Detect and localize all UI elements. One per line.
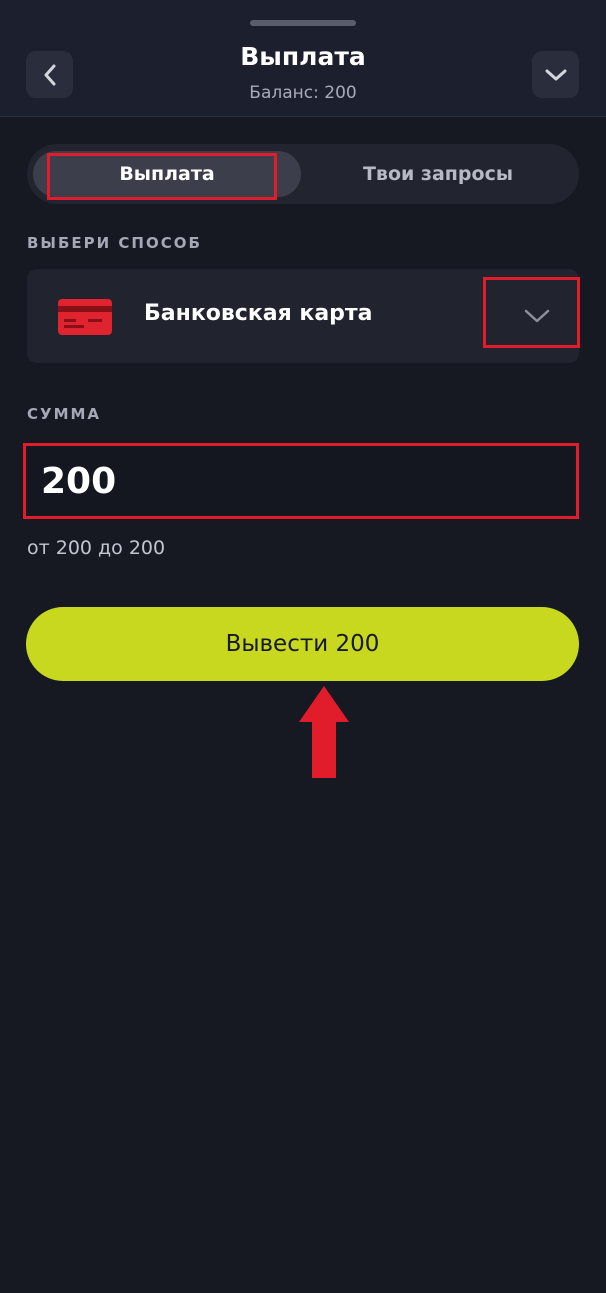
payment-method-label: Банковская карта (144, 301, 373, 326)
amount-range-hint: от 200 до 200 (27, 537, 166, 559)
withdraw-button[interactable]: Вывести 200 (26, 607, 579, 681)
chevron-down-icon (545, 69, 566, 80)
collapse-button[interactable] (532, 51, 579, 98)
header: Выплата Баланс: 200 (0, 0, 606, 117)
amount-input[interactable]: 200 (27, 447, 575, 515)
payment-method-select[interactable]: Банковская карта (27, 269, 579, 363)
arrow-up-icon (299, 686, 349, 778)
method-section-label: ВЫБЕРИ СПОСОБ (27, 234, 202, 252)
tab-payout[interactable]: Выплата (33, 151, 301, 197)
drag-handle[interactable] (250, 20, 356, 26)
amount-section-label: СУММА (27, 405, 102, 423)
page-title: Выплата (240, 42, 366, 71)
balance-text: Баланс: 200 (249, 83, 357, 103)
chevron-down-icon[interactable] (522, 304, 552, 328)
tab-requests[interactable]: Твои запросы (303, 151, 573, 197)
tab-switcher: Выплата Твои запросы (27, 144, 579, 204)
credit-card-icon (58, 299, 112, 335)
